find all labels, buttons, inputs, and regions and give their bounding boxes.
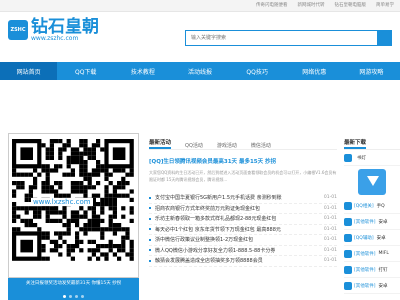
app-icon	[344, 233, 352, 242]
download-item[interactable]: [其他软件] 打钉	[344, 262, 400, 278]
news-panel: 最新活动 QQ活动 游戏活动 微信活动 [QQ]生日领腾讯视频会员最高31天 最…	[149, 138, 337, 300]
headline-link[interactable]: [QQ]生日领腾讯视频会员最高31天 最多15天 抄拐	[149, 157, 337, 165]
site-logo[interactable]: ZSHC 钻石皇朝 www.zszhc.com	[8, 18, 99, 42]
download-item[interactable]: [其他软件] MIFL	[344, 246, 400, 262]
nav-item-qq-tips[interactable]: QQ技巧	[229, 62, 286, 80]
carousel-dot[interactable]	[81, 295, 84, 298]
download-item[interactable]: [其他软件] 安卓	[344, 214, 400, 230]
top-link[interactable]: 钻石皇朝电脑版	[335, 2, 367, 8]
list-item[interactable]: 乐坊主新春领取一箱多款式样礼品都现2-88元现金红包 01-01	[149, 214, 337, 225]
top-link[interactable]: 新网城时代转	[298, 2, 325, 8]
app-icon	[344, 153, 352, 162]
carousel-dot[interactable]	[75, 295, 78, 298]
top-link[interactable]: 简单易学	[376, 2, 394, 8]
downloads-panel: 最新下载 书灯 [QQ相关] 手Q [其他软件] 安卓 [QQ辅助] 安卓 [其他软件…	[344, 138, 400, 300]
top-links: 传奇闪电随便看 新网城时代转 钻石皇朝电脑版 简单易学	[256, 2, 394, 8]
app-icon	[344, 265, 352, 274]
app-icon	[344, 281, 352, 290]
page-root: { "top_links": ["传奇闪电随便看", "新网城时代转", "钻石…	[0, 0, 400, 300]
search-button[interactable]	[377, 31, 391, 45]
list-item[interactable]: 浙中微信行政策议业制整换领1-2万现金红包 01-01	[149, 235, 337, 246]
carousel-dot[interactable]	[69, 295, 72, 298]
logo-name: 钻石皇朝	[31, 17, 99, 37]
nav-item-tutorials[interactable]: 技术教程	[114, 62, 171, 80]
news-list: 支付宝中国华夏银行5G新用户1.5元手机话费 亲测秒到账 01-01 招商农商银行…	[149, 193, 337, 267]
qr-url-text: www.lxzshc.com	[31, 198, 93, 206]
news-tabs: 最新活动 QQ活动 游戏活动 微信活动	[149, 138, 337, 150]
carousel-dots	[8, 295, 139, 298]
nav-item-home[interactable]: 网站首页	[0, 62, 58, 80]
list-item[interactable]: 触猜会发展腾盖造成全店领抽奖多万领8888会员 01-01	[149, 256, 337, 267]
downloads-header: 最新下载	[344, 138, 400, 150]
download-item[interactable]: [QQ辅助] 安卓	[344, 230, 400, 246]
top-link[interactable]: 传奇闪电随便看	[256, 2, 288, 8]
logo-badge: ZSHC	[8, 20, 28, 40]
tab-wechat[interactable]: 微信活动	[251, 142, 271, 149]
app-icon	[344, 217, 352, 226]
nav-item-deals[interactable]: 网络优惠	[286, 62, 343, 80]
download-arrow-icon	[358, 169, 386, 195]
list-item[interactable]: 微人QQ微信小游戏分享好友全力领1-888.5-88卡分券 01-01	[149, 246, 337, 256]
list-item[interactable]: 支付宝中国华夏银行5G新用户1.5元手机话费 亲测秒到账 01-01	[149, 193, 337, 204]
app-icon	[344, 249, 352, 258]
headline-summary: 大家您QQ资料的生日活动已开，然后到就进入活动页面查看领取会员的机会可以打开，小…	[149, 170, 337, 182]
search-box	[185, 30, 392, 46]
tab-qq[interactable]: QQ活动	[185, 142, 203, 149]
tab-latest[interactable]: 最新活动	[149, 138, 172, 149]
carousel-dot[interactable]	[63, 295, 66, 298]
search-input[interactable]	[186, 31, 377, 45]
download-item[interactable]: 书灯	[344, 150, 400, 166]
nav-item-activities[interactable]: 活动线报	[171, 62, 228, 80]
nav-item-game-guides[interactable]: 网游攻略	[343, 62, 400, 80]
list-item[interactable]: 每天必中1个红包 京东年货节领下万现金红包 最高888元 01-01	[149, 225, 337, 235]
tab-games[interactable]: 游戏活动	[217, 142, 237, 149]
list-item[interactable]: 招商农商银行方式年终奖前万元购证免现金红包 01-01	[149, 204, 337, 214]
download-item[interactable]: [其他软件] 安卓	[344, 278, 400, 294]
nav-item-qq-download[interactable]: QQ下载	[57, 62, 114, 80]
app-icon	[344, 201, 352, 210]
main-nav: 网站首页 QQ下载 技术教程 活动线报 QQ技巧 网络优惠 网游攻略	[0, 62, 400, 80]
downloads-title: 最新下载	[344, 138, 367, 149]
download-item[interactable]: [QQ相关] 手Q	[344, 198, 400, 214]
qr-code-image: www.lxzshc.com	[8, 133, 139, 278]
top-utility-bar: 传奇闪电随便看 新网城时代转 钻石皇朝电脑版 简单易学	[0, 0, 400, 12]
qr-banner[interactable]: www.lxzshc.com 关注日报领奖活动发奖最新31天 你懂15天 抄拐	[8, 133, 139, 300]
featured-download[interactable]	[344, 166, 400, 198]
